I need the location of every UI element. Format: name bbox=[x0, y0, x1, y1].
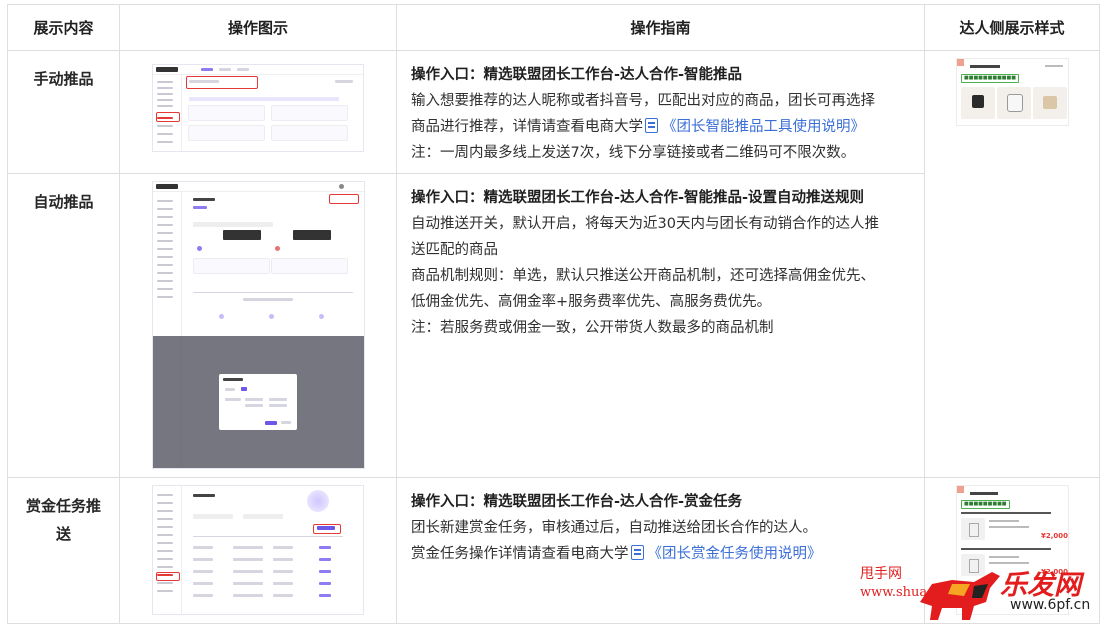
thumbnail-bounty bbox=[119, 477, 397, 624]
table-row: 手动推品 操作入口：精选联盟团长工作台-达人合作-智能推品 输入想要推荐的达人昵… bbox=[7, 50, 1100, 478]
guide-entry: 操作入口：精选联盟团长工作台-达人合作-智能推品-设置自动推送规则 bbox=[411, 190, 865, 206]
guide-text-with-link: 商品进行推荐，详情请查看电商大学 《团长智能推品工具使用说明》 bbox=[411, 114, 912, 140]
guide-manual: 操作入口：精选联盟团长工作台-达人合作-智能推品 输入想要推荐的达人昵称或者抖音… bbox=[396, 50, 925, 174]
doc-link-smart-recommend[interactable]: 《团长智能推品工具使用说明》 bbox=[662, 119, 865, 135]
guide-note: 注：一周内最多线上发送7次，线下分享链接或者二维码可不限次数。 bbox=[411, 145, 856, 161]
guide-text: 输入想要推荐的达人昵称或者抖音号，匹配出对应的商品，团长可再选择 bbox=[411, 93, 875, 109]
screenshot-manual-recommend bbox=[153, 65, 363, 151]
table-header-row: 展示内容 操作图示 操作指南 达人侧展示样式 bbox=[7, 4, 1100, 51]
document-icon bbox=[645, 118, 658, 133]
header-content: 展示内容 bbox=[7, 4, 120, 51]
guide-text: 低佣金优先、高佣金率+服务费率优先、高服务费优先。 bbox=[411, 294, 772, 310]
creator-preview-recommend: ■■■■■■■■■■■ bbox=[957, 59, 1068, 125]
guide-text: 商品进行推荐，详情请查看电商大学 bbox=[411, 119, 643, 135]
guide-text-with-link: 赏金任务操作详情请查看电商大学 《团长赏金任务使用说明》 bbox=[411, 541, 912, 567]
creator-style-manual-auto: ■■■■■■■■■■■ bbox=[924, 50, 1100, 478]
row-content-auto: 自动推品 bbox=[7, 173, 120, 478]
bull-logo-icon bbox=[920, 572, 1000, 620]
guide-entry: 操作入口：精选联盟团长工作台-达人合作-赏金任务 bbox=[411, 494, 743, 510]
watermark-url: www.6pf.cn bbox=[1010, 597, 1091, 613]
thumbnail-manual bbox=[119, 50, 397, 174]
guide-entry: 操作入口：精选联盟团长工作台-达人合作-智能推品 bbox=[411, 67, 743, 83]
row-content-line: 赏金任务推 bbox=[25, 497, 101, 515]
thumbnail-auto bbox=[119, 173, 397, 478]
guide-bounty: 操作入口：精选联盟团长工作台-达人合作-赏金任务 团长新建赏金任务，审核通过后，… bbox=[396, 477, 925, 624]
header-guide: 操作指南 bbox=[396, 4, 925, 51]
guide-text: 商品机制规则：单选，默认只推送公开商品机制，还可选择高佣金优先、 bbox=[411, 268, 875, 284]
row-content-line: 送 bbox=[55, 525, 71, 543]
document-icon bbox=[630, 545, 644, 560]
guide-auto: 操作入口：精选联盟团长工作台-达人合作-智能推品-设置自动推送规则 自动推送开关… bbox=[396, 173, 925, 478]
preview-price: ¥2,000 bbox=[1041, 532, 1068, 540]
guide-text: 团长新建赏金任务，审核通过后，自动推送给团长合作的达人。 bbox=[411, 520, 817, 536]
row-content-manual: 手动推品 bbox=[7, 50, 120, 174]
header-illustration: 操作图示 bbox=[119, 4, 397, 51]
guide-text: 自动推送开关，默认开启，将每天为近30天内与团长有动销合作的达人推 bbox=[411, 216, 879, 232]
guide-text: 赏金任务操作详情请查看电商大学 bbox=[411, 546, 629, 562]
screenshot-bounty-task bbox=[153, 486, 363, 614]
doc-link-bounty-task[interactable]: 《团长赏金任务使用说明》 bbox=[648, 546, 822, 562]
guide-note: 注：若服务费或佣金一致，公开带货人数最多的商品机制 bbox=[411, 320, 774, 336]
guide-text: 送匹配的商品 bbox=[411, 242, 498, 258]
screenshot-auto-recommend bbox=[153, 182, 364, 468]
guide-table: 展示内容 操作图示 操作指南 达人侧展示样式 手动推品 操作入口：精选联盟团长工… bbox=[7, 4, 1100, 624]
header-creator-style: 达人侧展示样式 bbox=[924, 4, 1100, 51]
row-content-bounty: 赏金任务推 送 bbox=[7, 477, 120, 624]
watermark-site-name: 甩手网 bbox=[860, 566, 902, 582]
